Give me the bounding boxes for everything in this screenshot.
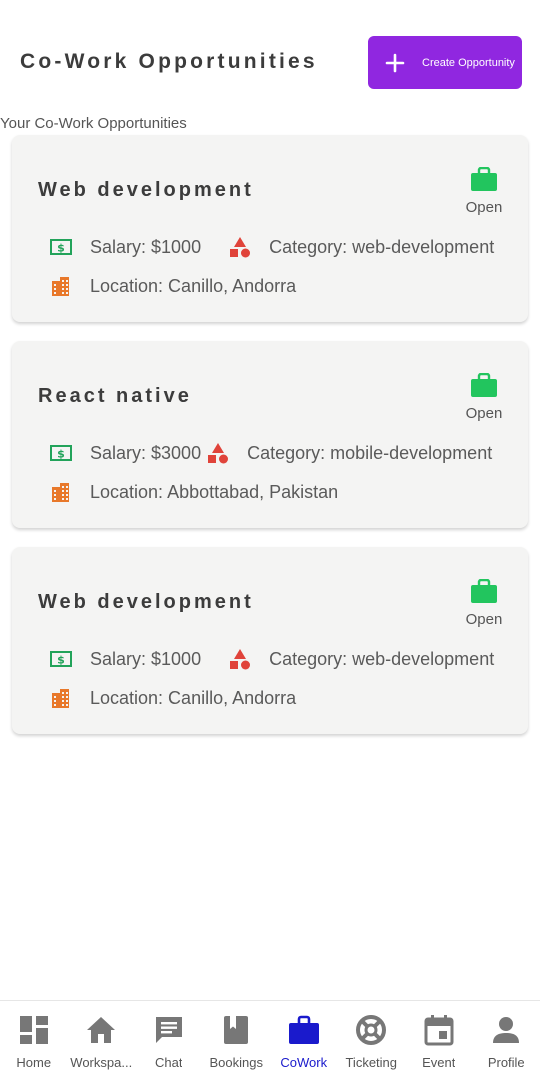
- page-title: Co-Work Opportunities: [20, 50, 318, 73]
- nav-item-ticketing[interactable]: Ticketing: [338, 1001, 406, 1072]
- status-text: Open: [465, 199, 503, 216]
- opportunity-list: Web development Open $ Salary: $1000 Cat…: [12, 135, 528, 753]
- book-icon: [224, 1016, 249, 1044]
- location-text: Location: Canillo, Andorra: [90, 687, 297, 708]
- briefcase-icon: [288, 1015, 319, 1044]
- category-text: Category: web-development: [269, 236, 495, 257]
- nav-item-bookings[interactable]: Bookings: [203, 1001, 271, 1072]
- salary-text: Salary: $1000: [90, 236, 202, 257]
- svg-text:$: $: [57, 448, 65, 461]
- status-badge: Open: [464, 167, 504, 217]
- money-icon: $: [50, 648, 72, 670]
- opportunity-location-row: Location: Canillo, Andorra: [50, 274, 296, 298]
- dashboard-icon: [19, 1016, 48, 1044]
- create-opportunity-label: Create Opportunity: [422, 56, 515, 69]
- briefcase-icon: [471, 373, 497, 397]
- location-text: Location: Canillo, Andorra: [90, 275, 297, 296]
- lifebuoy-icon: [356, 1015, 387, 1045]
- nav-item-cowork[interactable]: CoWork: [270, 1001, 338, 1072]
- status-badge: Open: [464, 373, 504, 423]
- nav-label-profile: Profile: [487, 1055, 525, 1070]
- nav-label-workspace: Workspa...: [70, 1055, 133, 1070]
- briefcase-icon: [471, 579, 497, 603]
- building-icon: [50, 687, 72, 709]
- nav-item-chat[interactable]: Chat: [135, 1001, 203, 1072]
- nav-item-home[interactable]: Home: [0, 1001, 68, 1072]
- opportunity-title: React native: [38, 385, 192, 407]
- salary-text: Salary: $3000: [90, 442, 202, 463]
- location-text: Location: Abbottabad, Pakistan: [90, 481, 339, 502]
- briefcase-icon: [471, 167, 497, 191]
- bottom-nav: Home Workspa... Chat Bookings CoWork Tic…: [0, 1000, 540, 1072]
- nav-label-bookings: Bookings: [209, 1055, 263, 1070]
- opportunity-location-row: Location: Abbottabad, Pakistan: [50, 480, 338, 504]
- status-text: Open: [465, 611, 503, 628]
- nav-label-cowork: CoWork: [280, 1055, 328, 1070]
- category-icon: [229, 648, 251, 670]
- opportunity-details-row: $ Salary: $1000 Category: web-developmen…: [50, 235, 494, 259]
- svg-text:$: $: [57, 654, 65, 667]
- money-icon: $: [50, 236, 72, 258]
- opportunity-card[interactable]: React native Open $ Salary: $3000 Catego…: [12, 341, 528, 528]
- opportunity-title: Web development: [38, 179, 254, 201]
- header: Co-Work Opportunities Create Opportunity: [0, 0, 540, 112]
- calendar-icon: [424, 1015, 454, 1046]
- building-icon: [50, 481, 72, 503]
- plus-icon: [368, 53, 422, 73]
- opportunity-title: Web development: [38, 591, 254, 613]
- category-icon: [207, 442, 229, 464]
- create-opportunity-button[interactable]: Create Opportunity: [368, 36, 522, 89]
- nav-item-profile[interactable]: Profile: [473, 1001, 540, 1072]
- status-text: Open: [465, 405, 503, 422]
- category-icon: [229, 236, 251, 258]
- opportunity-details-row: $ Salary: $1000 Category: web-developmen…: [50, 647, 494, 671]
- opportunity-location-row: Location: Canillo, Andorra: [50, 686, 296, 710]
- section-label: Your Co-Work Opportunities: [0, 115, 187, 132]
- nav-label-event: Event: [422, 1055, 456, 1070]
- opportunity-card[interactable]: Web development Open $ Salary: $1000 Cat…: [12, 135, 528, 322]
- opportunity-card[interactable]: Web development Open $ Salary: $1000 Cat…: [12, 547, 528, 734]
- nav-label-home: Home: [16, 1055, 52, 1070]
- category-text: Category: web-development: [269, 648, 495, 669]
- nav-item-event[interactable]: Event: [405, 1001, 473, 1072]
- nav-label-chat: Chat: [155, 1055, 183, 1070]
- status-badge: Open: [464, 579, 504, 629]
- opportunity-details-row: $ Salary: $3000 Category: mobile-develop…: [50, 441, 492, 465]
- svg-text:$: $: [57, 242, 65, 255]
- building-icon: [50, 275, 72, 297]
- person-icon: [493, 1017, 520, 1043]
- nav-label-ticketing: Ticketing: [345, 1055, 398, 1070]
- salary-text: Salary: $1000: [90, 648, 202, 669]
- home-icon: [87, 1017, 116, 1043]
- nav-item-workspace[interactable]: Workspa...: [68, 1001, 136, 1072]
- money-icon: $: [50, 442, 72, 464]
- category-text: Category: mobile-development: [247, 442, 493, 463]
- chat-icon: [155, 1017, 182, 1043]
